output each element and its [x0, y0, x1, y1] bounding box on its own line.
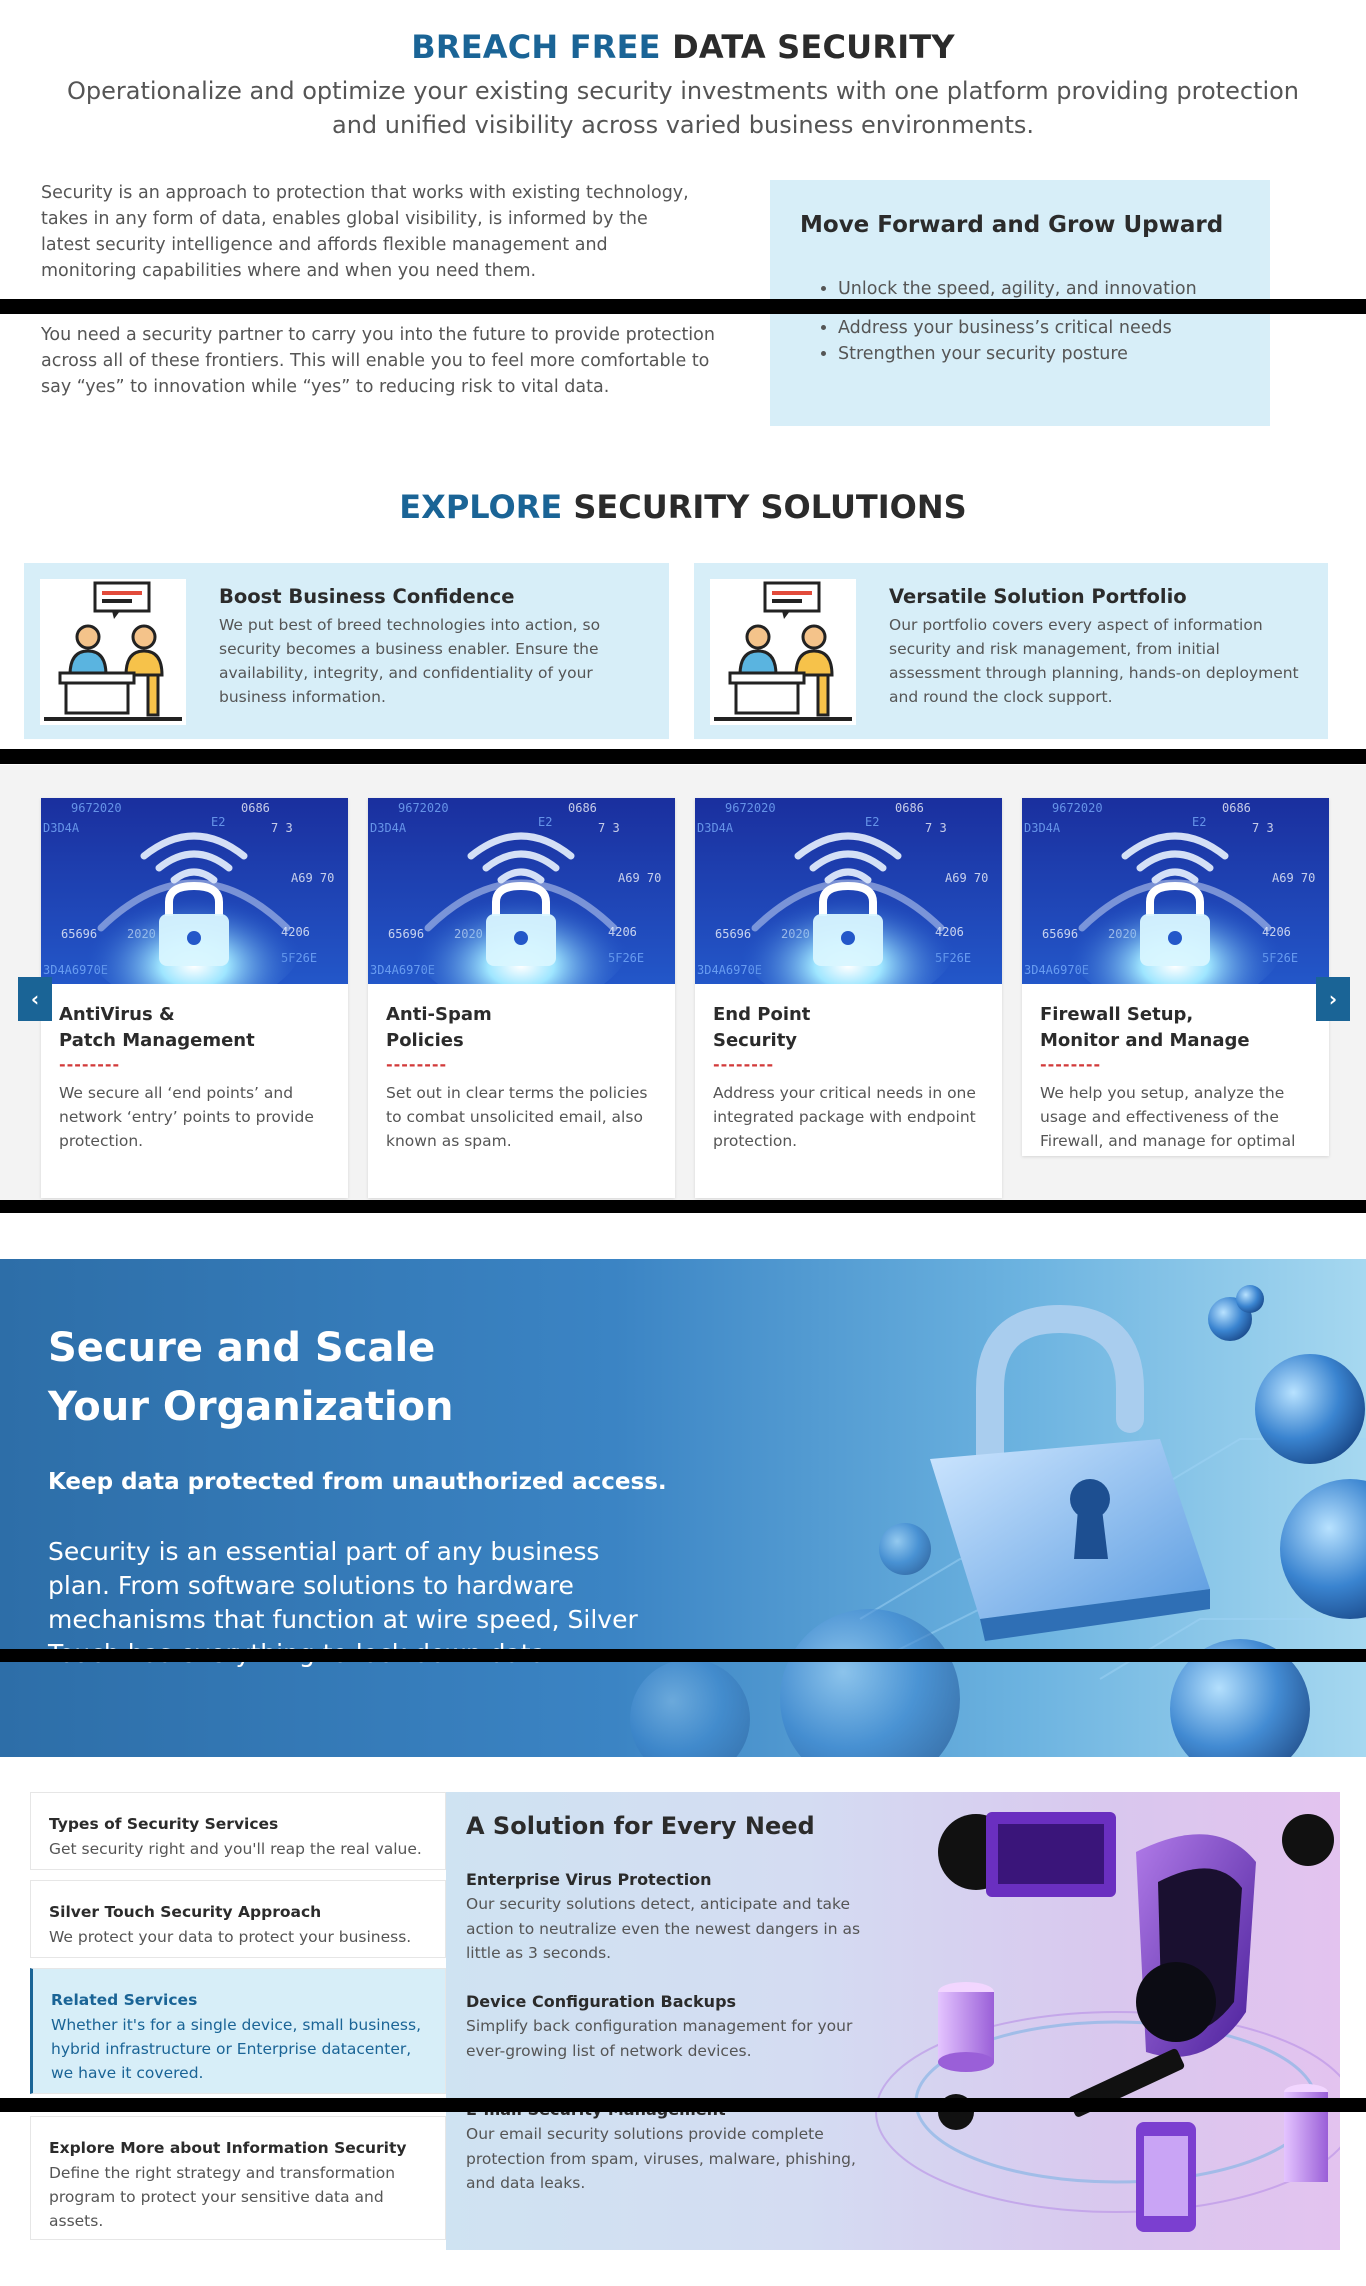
service-card-text: We secure all ‘end points’ and network ‘… [59, 1084, 314, 1150]
meeting-icon [710, 579, 856, 725]
explore-title-accent: EXPLORE [399, 488, 563, 526]
svg-text:0686: 0686 [568, 801, 597, 815]
tab-description: Get security right and you'll reap the r… [49, 1840, 422, 1858]
carousel-prev-button[interactable]: ‹ [18, 977, 52, 1021]
svg-text:D3D4A: D3D4A [697, 821, 734, 835]
move-forward-list: Unlock the speed, agility, and innovatio… [810, 276, 1197, 367]
breach-title-accent: BREACH FREE [411, 28, 661, 66]
scale-subtitle: Keep data protected from unauthorized ac… [48, 1469, 667, 1495]
solution-card-title: Boost Business Confidence [219, 585, 515, 608]
service-card[interactable]: 96720200686 D3D4AE27 3 A69 70 656962020 … [41, 798, 348, 1198]
svg-text:E2: E2 [211, 815, 225, 829]
service-card-text: Address your critical needs in one integ… [713, 1084, 976, 1150]
service-card-title: AntiVirus & Patch Management [59, 1004, 255, 1051]
svg-text:9672020: 9672020 [71, 801, 122, 815]
svg-text:7 3: 7 3 [598, 821, 620, 835]
service-card-divider: -------- [59, 1055, 121, 1074]
tab-types-of-security-services[interactable]: Types of Security Services Get security … [30, 1792, 446, 1870]
explore-title: EXPLORE SECURITY SOLUTIONS [0, 488, 1366, 526]
breach-title-rest: DATA SECURITY [672, 28, 955, 66]
move-forward-title: Move Forward and Grow Upward [800, 212, 1224, 238]
svg-text:D3D4A: D3D4A [370, 821, 407, 835]
need-item-text: Our security solutions detect, anticipat… [466, 1895, 861, 1962]
tab-security-approach[interactable]: Silver Touch Security Approach We protec… [30, 1880, 446, 1958]
move-forward-item: Strengthen your security posture [838, 341, 1197, 367]
need-title: A Solution for Every Need [466, 1812, 815, 1840]
svg-text:D3D4A: D3D4A [1024, 821, 1061, 835]
tab-title: Explore More about Information Security [49, 2139, 407, 2157]
service-card[interactable]: 96720200686 D3D4AE27 3 A69 70 656962020 … [695, 798, 1002, 1198]
service-card-divider: -------- [386, 1055, 448, 1074]
service-card[interactable]: 96720200686 D3D4AE27 3 A69 70 656962020 … [1022, 798, 1329, 1156]
tab-related-services[interactable]: Related Services Whether it's for a sing… [30, 1968, 446, 2094]
tab-description: Whether it's for a single device, small … [51, 2016, 422, 2082]
tab-title: Types of Security Services [49, 1815, 279, 1833]
svg-text:0686: 0686 [241, 801, 270, 815]
move-forward-item: Address your business’s critical needs [838, 315, 1197, 341]
tab-description: Define the right strategy and transforma… [49, 2164, 396, 2230]
svg-text:7 3: 7 3 [271, 821, 293, 835]
svg-text:A69 70: A69 70 [291, 871, 334, 885]
solution-card: Versatile Solution Portfolio Our portfol… [694, 563, 1328, 739]
tab-explore-information-security[interactable]: Explore More about Information Security … [30, 2116, 446, 2240]
svg-text:D3D4A: D3D4A [43, 821, 80, 835]
security-lock-image: 96720200686 D3D4AE27 3 A69 70 656962020 … [695, 798, 1002, 984]
chevron-left-icon: ‹ [30, 987, 40, 1011]
security-lock-image: 96720200686 D3D4AE27 3 A69 70 656962020 … [368, 798, 675, 984]
svg-text:0686: 0686 [1222, 801, 1251, 815]
intro-paragraph-1: Security is an approach to protection th… [41, 183, 689, 281]
service-card-text: We help you setup, analyze the usage and… [1040, 1084, 1296, 1150]
service-card-title: Anti-Spam Policies [386, 1004, 492, 1051]
intro-paragraph-2: You need a security partner to carry you… [41, 325, 715, 397]
service-card[interactable]: 96720200686 D3D4AE27 3 A69 70 656962020 … [368, 798, 675, 1198]
screenshot-seam-bar [0, 2098, 1366, 2112]
explore-title-rest: SECURITY SOLUTIONS [573, 488, 967, 526]
screenshot-seam-bar [0, 1649, 1366, 1662]
svg-text:E2: E2 [1192, 815, 1206, 829]
chevron-right-icon: › [1328, 987, 1338, 1011]
tab-description: We protect your data to protect your bus… [49, 1928, 412, 1946]
need-item-title: Enterprise Virus Protection [466, 1870, 712, 1889]
service-card-divider: -------- [1040, 1055, 1102, 1074]
meeting-icon [40, 579, 186, 725]
solution-card-text: Our portfolio covers every aspect of inf… [889, 616, 1299, 706]
screenshot-seam-bar [0, 749, 1366, 764]
svg-text:A69 70: A69 70 [618, 871, 661, 885]
screenshot-seam-bar [0, 1200, 1366, 1213]
need-item-title: Device Configuration Backups [466, 1992, 737, 2011]
tab-title: Silver Touch Security Approach [49, 1903, 322, 1921]
breach-title: BREACH FREE DATA SECURITY [0, 28, 1366, 66]
service-card-title: Firewall Setup, Monitor and Manage [1040, 1004, 1250, 1051]
breach-subtitle: Operationalize and optimize your existin… [66, 77, 1299, 139]
service-card-text: Set out in clear terms the policies to c… [386, 1084, 648, 1150]
service-card-divider: -------- [713, 1055, 775, 1074]
svg-text:E2: E2 [865, 815, 879, 829]
solution-every-need-panel: A Solution for Every Need Enterprise Vir… [446, 1792, 1340, 2250]
security-lock-image: 96720200686 D3D4AE27 3 A69 70 656962020 … [41, 798, 348, 984]
svg-text:9672020: 9672020 [398, 801, 449, 815]
svg-text:A69 70: A69 70 [1272, 871, 1315, 885]
svg-text:0686: 0686 [895, 801, 924, 815]
tab-title: Related Services [51, 1991, 198, 2009]
svg-text:7 3: 7 3 [925, 821, 947, 835]
solution-card: Boost Business Confidence We put best of… [24, 563, 669, 739]
svg-text:9672020: 9672020 [725, 801, 776, 815]
svg-text:9672020: 9672020 [1052, 801, 1103, 815]
svg-text:E2: E2 [538, 815, 552, 829]
need-item-text: Simplify back configuration management f… [466, 2017, 853, 2060]
screenshot-seam-bar [0, 299, 1366, 314]
solution-card-text: We put best of breed technologies into a… [219, 616, 601, 706]
svg-text:A69 70: A69 70 [945, 871, 988, 885]
scale-title: Secure and Scale Your Organization [48, 1325, 454, 1430]
need-item-text: Our email security solutions provide com… [466, 2125, 856, 2192]
service-card-title: End Point Security [713, 1004, 811, 1051]
security-lock-image: 96720200686 D3D4AE27 3 A69 70 656962020 … [1022, 798, 1329, 984]
svg-text:7 3: 7 3 [1252, 821, 1274, 835]
carousel-next-button[interactable]: › [1316, 977, 1350, 1021]
secure-scale-banner: Secure and Scale Your Organization Keep … [0, 1259, 1366, 1757]
solution-card-title: Versatile Solution Portfolio [889, 585, 1187, 608]
